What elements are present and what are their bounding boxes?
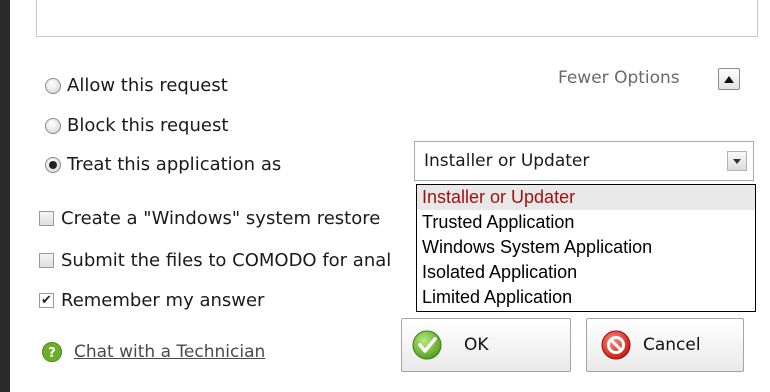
- remember-answer-option[interactable]: ✔ Remember my answer: [39, 290, 264, 311]
- check-icon: [412, 330, 442, 360]
- chat-technician-link[interactable]: Chat with a Technician: [74, 342, 265, 362]
- restore-point-option[interactable]: Create a "Windows" system restore: [39, 208, 380, 229]
- dropdown-option[interactable]: Limited Application: [417, 285, 755, 310]
- details-panel: [36, 0, 758, 37]
- dropdown-option[interactable]: Installer or Updater: [417, 185, 755, 210]
- window-left-border: [0, 0, 10, 392]
- chat-help-row: ? Chat with a Technician: [42, 342, 265, 362]
- treat-radio[interactable]: [45, 156, 61, 173]
- submit-files-option[interactable]: Submit the files to COMODO for anal: [39, 250, 391, 271]
- restore-label: Create a "Windows" system restore: [61, 208, 381, 229]
- submit-label: Submit the files to COMODO for anal: [61, 250, 392, 271]
- collapse-arrow-icon: [724, 75, 734, 83]
- submit-checkbox[interactable]: [39, 253, 54, 268]
- block-label: Block this request: [67, 115, 229, 136]
- chevron-down-icon: [733, 158, 741, 164]
- treat-as-option[interactable]: Treat this application as: [45, 154, 281, 175]
- cancel-button[interactable]: Cancel: [586, 318, 744, 372]
- application-type-select[interactable]: Installer or Updater: [414, 141, 754, 181]
- cancel-label: Cancel: [643, 335, 701, 355]
- ok-button[interactable]: OK: [401, 318, 571, 372]
- ok-label: OK: [464, 335, 489, 355]
- dropdown-option[interactable]: Windows System Application: [417, 235, 755, 260]
- fewer-options-label: Fewer Options: [558, 68, 680, 88]
- cancel-icon: [601, 330, 631, 360]
- block-request-option[interactable]: Block this request: [45, 115, 228, 136]
- restore-checkbox[interactable]: [39, 211, 54, 226]
- allow-radio[interactable]: [45, 77, 61, 94]
- fewer-options-button[interactable]: [718, 68, 740, 90]
- treat-label: Treat this application as: [67, 154, 282, 175]
- dropdown-option[interactable]: Isolated Application: [417, 260, 755, 285]
- dropdown-option[interactable]: Trusted Application: [417, 210, 755, 235]
- allow-label: Allow this request: [67, 75, 228, 96]
- allow-request-option[interactable]: Allow this request: [45, 75, 228, 96]
- select-arrow-button[interactable]: [727, 151, 747, 171]
- remember-checkbox[interactable]: ✔: [39, 293, 54, 308]
- application-type-dropdown: Installer or Updater Trusted Application…: [416, 184, 756, 312]
- checkmark-icon: ✔: [41, 293, 52, 308]
- select-value: Installer or Updater: [424, 151, 590, 171]
- svg-text:?: ?: [48, 346, 56, 361]
- help-icon: ?: [42, 342, 62, 362]
- remember-label: Remember my answer: [61, 290, 265, 311]
- block-radio[interactable]: [45, 117, 61, 134]
